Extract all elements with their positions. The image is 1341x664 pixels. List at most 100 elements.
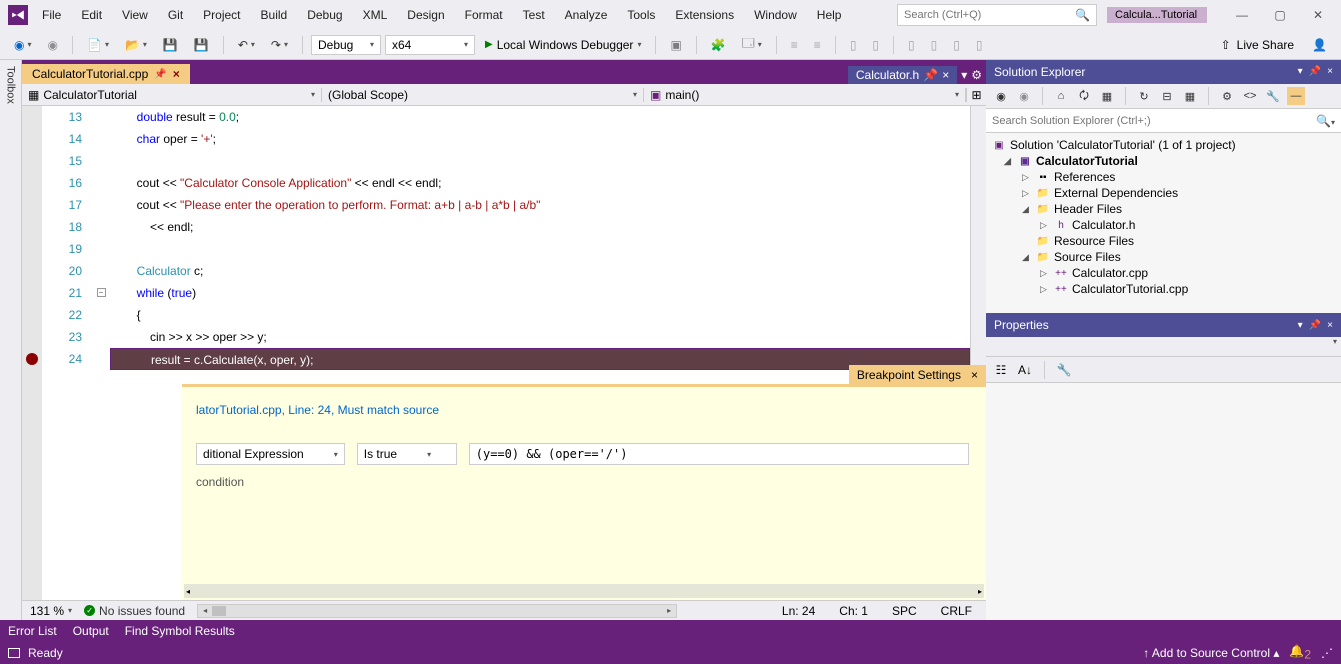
- project-node[interactable]: ◢▣CalculatorTutorial: [986, 153, 1341, 169]
- solution-node[interactable]: ▣Solution 'CalculatorTutorial' (1 of 1 p…: [986, 137, 1341, 153]
- menu-view[interactable]: View: [112, 4, 158, 26]
- gear-icon[interactable]: ⚙: [971, 68, 982, 82]
- open-file-button[interactable]: 📂▾: [119, 35, 153, 55]
- nav-scope-dropdown[interactable]: (Global Scope)▾: [322, 88, 644, 102]
- tool-icon-9[interactable]: ▯: [947, 35, 966, 55]
- forward-button[interactable]: ◉: [42, 35, 64, 55]
- step-button[interactable]: ▣: [664, 35, 687, 55]
- bottom-tab-error-list[interactable]: Error List: [8, 624, 57, 638]
- menu-project[interactable]: Project: [193, 4, 250, 26]
- config-dropdown[interactable]: Debug▾: [311, 35, 381, 55]
- tool-icon-2[interactable]: 🗔▾: [736, 31, 768, 58]
- close-tab-icon[interactable]: ×: [173, 67, 180, 81]
- refresh-icon[interactable]: ↻: [1135, 87, 1153, 105]
- show-all-icon[interactable]: ▦: [1181, 87, 1199, 105]
- fwd-icon[interactable]: ◉: [1015, 87, 1033, 105]
- solution-search-input[interactable]: [992, 115, 1316, 127]
- add-source-control-button[interactable]: ↑ Add to Source Control ▴: [1143, 646, 1279, 660]
- indent-mode[interactable]: SPC: [886, 604, 923, 618]
- tool-icon-6[interactable]: ▯: [866, 35, 885, 55]
- menu-edit[interactable]: Edit: [71, 4, 112, 26]
- horizontal-scrollbar[interactable]: ◂▸: [197, 604, 677, 618]
- platform-dropdown[interactable]: x64▾: [385, 35, 475, 55]
- menu-window[interactable]: Window: [744, 4, 807, 26]
- pin-icon[interactable]: 📌: [1309, 320, 1321, 331]
- quick-search-input[interactable]: [904, 9, 1075, 21]
- pin-icon[interactable]: 📌: [923, 68, 938, 82]
- props-dropdown-icon[interactable]: ▾: [1333, 337, 1337, 356]
- save-button[interactable]: 💾: [157, 35, 184, 55]
- minimize-button[interactable]: —: [1227, 4, 1257, 26]
- fold-margin[interactable]: −: [92, 106, 110, 600]
- tool-icon-5[interactable]: ▯: [844, 35, 863, 55]
- menu-git[interactable]: Git: [158, 4, 193, 26]
- alpha-sort-icon[interactable]: A↓: [1016, 361, 1034, 379]
- notifications-button[interactable]: 🔔2: [1289, 644, 1311, 661]
- maximize-button[interactable]: ▢: [1265, 4, 1295, 26]
- preview-icon[interactable]: <>: [1241, 87, 1259, 105]
- panel-scrollbar[interactable]: ◂▸: [184, 584, 984, 598]
- account-icon[interactable]: 👤: [1306, 35, 1333, 55]
- tool-icon-1[interactable]: 🧩: [705, 35, 732, 55]
- bottom-tab-output[interactable]: Output: [73, 624, 109, 638]
- redo-button[interactable]: ↷▾: [265, 35, 294, 55]
- window-mode-icon[interactable]: ▾: [1298, 66, 1303, 77]
- properties-icon[interactable]: ⚙: [1218, 87, 1236, 105]
- external-deps-node[interactable]: ▷📁External Dependencies: [986, 185, 1341, 201]
- tool-icon-10[interactable]: ▯: [970, 35, 989, 55]
- props-wrench-icon[interactable]: 🔧: [1055, 361, 1073, 379]
- breakpoint-dot[interactable]: [26, 353, 38, 365]
- solution-tree[interactable]: ▣Solution 'CalculatorTutorial' (1 of 1 p…: [986, 133, 1341, 313]
- source-file-item[interactable]: ▷++CalculatorTutorial.cpp: [986, 281, 1341, 297]
- selected-mode-icon[interactable]: —: [1287, 87, 1305, 105]
- menu-tools[interactable]: Tools: [617, 4, 665, 26]
- toolbox-side-tab[interactable]: Toolbox: [0, 60, 22, 620]
- references-node[interactable]: ▷▪▪References: [986, 169, 1341, 185]
- bottom-tab-find-symbol-results[interactable]: Find Symbol Results: [125, 624, 235, 638]
- header-files-node[interactable]: ◢📁Header Files: [986, 201, 1341, 217]
- close-window-button[interactable]: ✕: [1303, 4, 1333, 26]
- undo-button[interactable]: ↶▾: [232, 35, 261, 55]
- menu-format[interactable]: Format: [455, 4, 513, 26]
- line-ending-mode[interactable]: CRLF: [935, 604, 978, 618]
- back-icon[interactable]: ◉: [992, 87, 1010, 105]
- issues-indicator[interactable]: ✓No issues found: [84, 604, 185, 618]
- home-icon[interactable]: ⌂: [1052, 87, 1070, 105]
- view-icon[interactable]: ▦: [1098, 87, 1116, 105]
- zoom-dropdown[interactable]: 131 %▾: [30, 604, 72, 618]
- menu-test[interactable]: Test: [513, 4, 555, 26]
- tool-icon-3[interactable]: ≡: [785, 35, 804, 55]
- menu-debug[interactable]: Debug: [297, 4, 352, 26]
- document-selector[interactable]: Calculator.h 📌 ×: [848, 66, 957, 84]
- menu-help[interactable]: Help: [807, 4, 852, 26]
- condition-eval-dropdown[interactable]: Is true▾: [357, 443, 457, 465]
- pin-icon[interactable]: 📌: [1309, 66, 1321, 77]
- menu-extensions[interactable]: Extensions: [665, 4, 744, 26]
- close-doc-icon[interactable]: ×: [942, 68, 949, 82]
- menu-analyze[interactable]: Analyze: [555, 4, 618, 26]
- menu-xml[interactable]: XML: [353, 4, 398, 26]
- resource-files-node[interactable]: ▷📁Resource Files: [986, 233, 1341, 249]
- source-files-node[interactable]: ◢📁Source Files: [986, 249, 1341, 265]
- quick-search[interactable]: 🔍: [897, 4, 1097, 26]
- breakpoint-margin[interactable]: [22, 106, 42, 600]
- back-button[interactable]: ◉▾: [8, 35, 38, 55]
- header-file-item[interactable]: ▷hCalculator.h: [986, 217, 1341, 233]
- nav-split-button[interactable]: ⊞: [966, 88, 986, 102]
- categorize-icon[interactable]: ☷: [992, 361, 1010, 379]
- menu-build[interactable]: Build: [251, 4, 298, 26]
- tool-icon-4[interactable]: ≡: [808, 35, 827, 55]
- live-share-button[interactable]: ⇧Live Share: [1213, 35, 1302, 55]
- nav-member-dropdown[interactable]: ▣ main()▾: [644, 88, 966, 102]
- wrench-icon[interactable]: 🔧: [1264, 87, 1282, 105]
- tool-icon-8[interactable]: ▯: [925, 35, 944, 55]
- condition-expression-input[interactable]: [469, 443, 969, 465]
- condition-type-dropdown[interactable]: ditional Expression▾: [196, 443, 345, 465]
- save-all-button[interactable]: 💾: [188, 35, 215, 55]
- start-debugger-button[interactable]: ▶Local Windows Debugger▾: [479, 35, 647, 55]
- tool-icon-7[interactable]: ▯: [902, 35, 921, 55]
- close-pane-icon[interactable]: ×: [1327, 66, 1333, 77]
- pin-icon[interactable]: 📌: [154, 69, 166, 80]
- properties-grid[interactable]: [986, 383, 1341, 620]
- menu-design[interactable]: Design: [397, 4, 454, 26]
